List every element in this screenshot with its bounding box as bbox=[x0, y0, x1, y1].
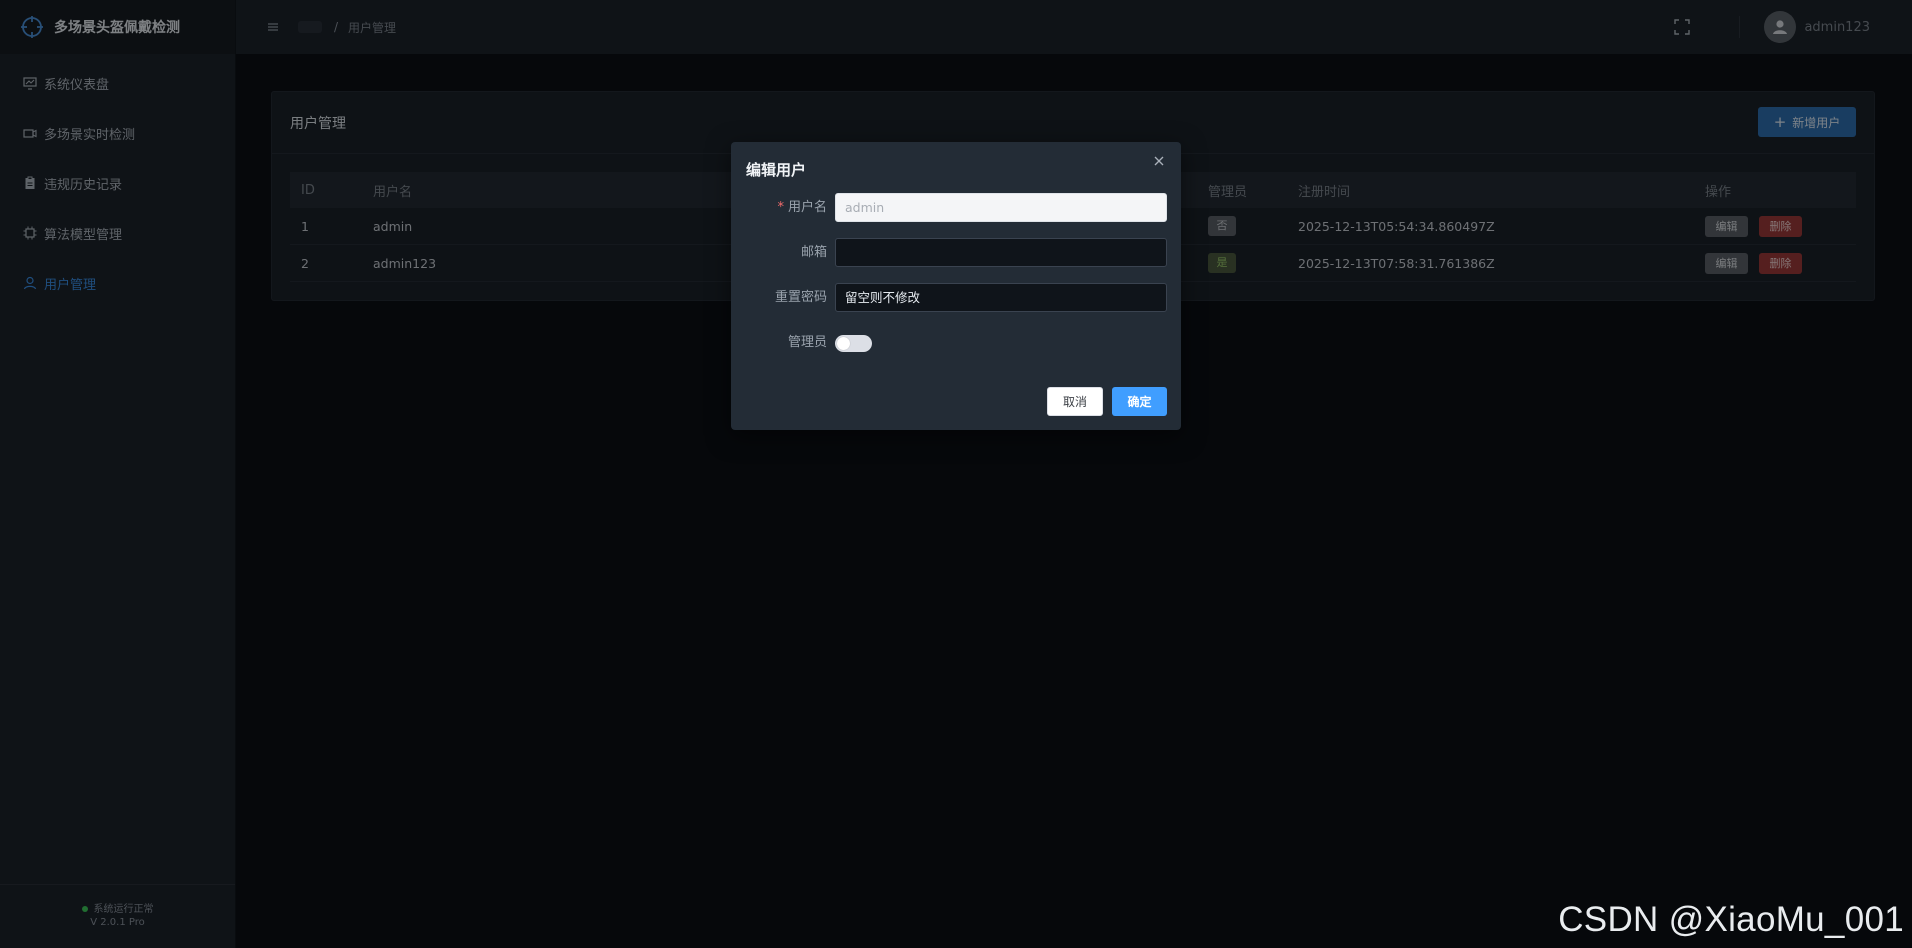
cancel-button[interactable]: 取消 bbox=[1047, 387, 1103, 416]
password-field[interactable] bbox=[835, 283, 1167, 312]
confirm-button[interactable]: 确定 bbox=[1112, 387, 1167, 416]
admin-toggle[interactable] bbox=[835, 335, 872, 352]
required-mark: * bbox=[777, 200, 784, 215]
password-label: 重置密码 bbox=[774, 290, 827, 305]
watermark-text: CSDN @XiaoMu_001 bbox=[1558, 900, 1904, 939]
admin-label: 管理员 bbox=[787, 335, 827, 350]
email-label: 邮箱 bbox=[800, 245, 827, 260]
close-icon[interactable] bbox=[1152, 154, 1166, 168]
form-row-admin: 管理员 bbox=[731, 328, 1181, 357]
username-label: * 用户名 bbox=[777, 193, 827, 222]
email-field[interactable] bbox=[835, 238, 1167, 267]
form-row-email: 邮箱 bbox=[731, 238, 1181, 267]
dialog-title: 编辑用户 bbox=[746, 161, 807, 179]
form-row-username: * 用户名 bbox=[731, 193, 1181, 222]
form-row-password: 重置密码 bbox=[731, 283, 1181, 312]
edit-user-dialog: 编辑用户 *用户名 邮箱 重置密码 管理员 取消 确定 bbox=[731, 142, 1181, 430]
toggle-knob bbox=[837, 337, 850, 350]
username-input bbox=[835, 193, 1167, 222]
username-label-text: 用户名 bbox=[787, 200, 827, 215]
